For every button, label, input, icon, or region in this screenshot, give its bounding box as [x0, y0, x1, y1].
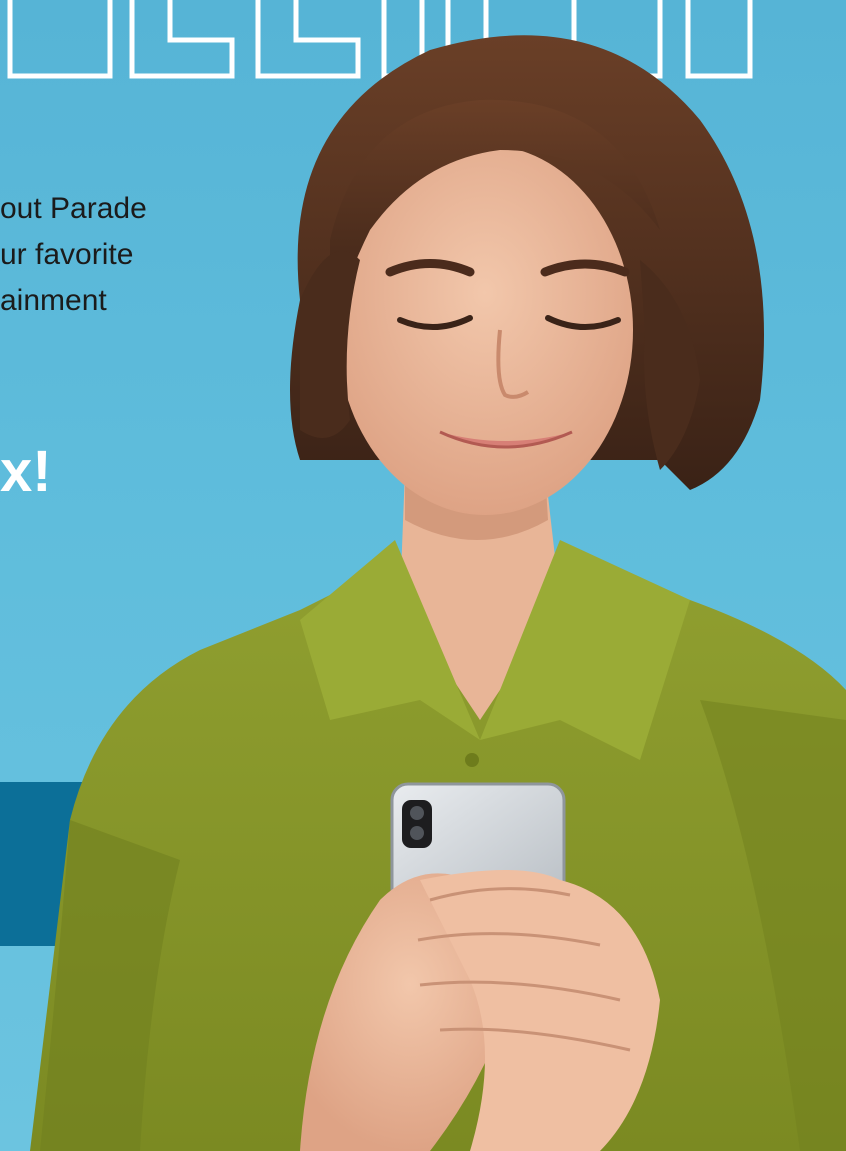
- woman-with-phone-image: [30, 35, 846, 1151]
- promo-page: out Parade ur favorite ainment x!: [0, 0, 846, 1151]
